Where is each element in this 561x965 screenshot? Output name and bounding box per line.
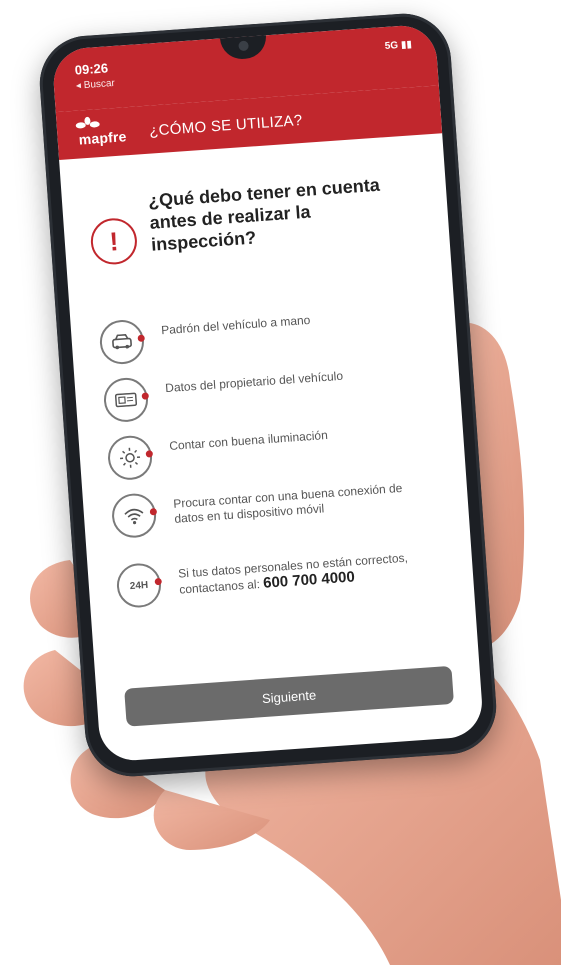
signal-label: 5G bbox=[384, 40, 399, 52]
24h-icon: 24H bbox=[115, 561, 163, 609]
item-label: Procura contar con una buena conexión de… bbox=[172, 480, 403, 526]
id-card-icon bbox=[102, 376, 150, 424]
question-block: ! ¿Qué debo tener en cuenta antes de rea… bbox=[88, 171, 425, 266]
battery-icon: ▮▮ bbox=[400, 39, 413, 51]
next-button[interactable]: Siguiente bbox=[124, 665, 454, 727]
back-link[interactable]: ◂ Buscar bbox=[76, 78, 116, 92]
item-label: Datos del propietario del vehículo bbox=[164, 368, 344, 396]
alert-icon: ! bbox=[89, 216, 139, 266]
main-content: ! ¿Qué debo tener en cuenta antes de rea… bbox=[59, 133, 484, 762]
phone: 09:26 ◂ Buscar 5G ▮▮ mapfre ¿CÓMO SE UTI… bbox=[36, 10, 500, 780]
page-title: ¿CÓMO SE UTILIZA? bbox=[148, 111, 303, 140]
item-label: Si tus datos personales no están correct… bbox=[178, 550, 420, 598]
requirements-list: Padrón del vehículo a mano Datos del pro… bbox=[98, 294, 455, 631]
item-label: Contar con buena iluminación bbox=[168, 427, 329, 453]
question-heading: ¿Qué debo tener en cuenta antes de reali… bbox=[147, 174, 381, 255]
wifi-icon bbox=[110, 492, 158, 540]
camera-icon bbox=[238, 40, 249, 52]
sun-icon bbox=[106, 434, 154, 482]
signal-indicator: 5G ▮▮ bbox=[384, 39, 412, 52]
brand-name: mapfre bbox=[78, 128, 128, 148]
item-label: Padrón del vehículo a mano bbox=[160, 312, 311, 338]
camera-notch bbox=[219, 33, 268, 61]
phone-screen: 09:26 ◂ Buscar 5G ▮▮ mapfre ¿CÓMO SE UTI… bbox=[51, 23, 485, 763]
logo-mark-icon bbox=[75, 116, 100, 129]
car-icon bbox=[98, 318, 146, 366]
mapfre-logo: mapfre bbox=[72, 113, 132, 148]
status-time: 09:26 bbox=[74, 60, 109, 78]
